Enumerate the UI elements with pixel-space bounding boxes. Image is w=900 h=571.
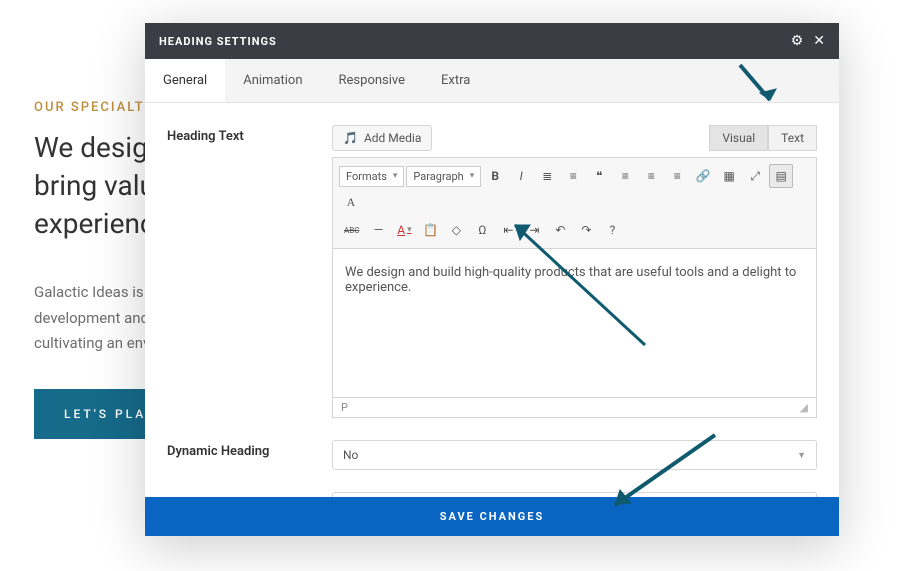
close-icon[interactable]: ✕ (813, 33, 825, 49)
align-right-icon[interactable]: ≡ (665, 164, 689, 188)
resize-handle-icon[interactable]: ◢ (800, 401, 808, 414)
save-button[interactable]: SAVE CHANGES (145, 497, 839, 536)
indent-icon[interactable]: ⇥ (522, 218, 546, 242)
editor-content[interactable]: We design and build high-quality product… (332, 248, 817, 398)
undo-icon[interactable]: ↶ (548, 218, 572, 242)
tab-responsive[interactable]: Responsive (321, 59, 424, 102)
strike-icon[interactable]: ABC (339, 218, 364, 242)
toolbar-toggle-icon[interactable]: ▤ (769, 164, 793, 188)
list-ol-icon[interactable]: ≡ (561, 164, 585, 188)
bold-icon[interactable]: B (483, 164, 507, 188)
formats-select[interactable]: Formats (339, 166, 404, 187)
align-left-icon[interactable]: ≡ (613, 164, 637, 188)
paste-icon[interactable]: 📋 (418, 218, 442, 242)
char-icon[interactable]: Ω (470, 218, 494, 242)
label-semantic: Heading Semantic (167, 492, 332, 497)
dynamic-value: No (343, 448, 358, 462)
paragraph-select[interactable]: Paragraph (406, 166, 481, 187)
visual-tab[interactable]: Visual (709, 125, 768, 151)
editor-toolbar: Formats Paragraph B I ≣ ≡ ❝ ≡ ≡ ≡ 🔗 ▦ ⤢ … (332, 157, 817, 248)
text-color-icon[interactable]: A (339, 190, 363, 214)
help-icon[interactable]: ? (600, 218, 624, 242)
add-media-label: Add Media (364, 131, 421, 145)
media-icon: 🎵 (343, 131, 358, 145)
modal-title: HEADING SETTINGS (159, 35, 277, 48)
tab-animation[interactable]: Animation (225, 59, 320, 102)
editor-status-path: P (341, 401, 348, 414)
italic-icon[interactable]: I (509, 164, 533, 188)
outdent-icon[interactable]: ⇤ (496, 218, 520, 242)
label-heading-text: Heading Text (167, 125, 332, 418)
modal-tabs: General Animation Responsive Extra (145, 59, 839, 103)
tab-general[interactable]: General (145, 59, 225, 102)
add-media-button[interactable]: 🎵 Add Media (332, 125, 432, 151)
modal-header: HEADING SETTINGS ⚙ ✕ (145, 23, 839, 59)
redo-icon[interactable]: ↷ (574, 218, 598, 242)
list-ul-icon[interactable]: ≣ (535, 164, 559, 188)
semantic-select[interactable]: h4▼ (332, 492, 817, 497)
textcolor-icon[interactable]: A (392, 218, 416, 242)
settings-modal: HEADING SETTINGS ⚙ ✕ General Animation R… (145, 23, 839, 536)
clear-icon[interactable]: ◇ (444, 218, 468, 242)
link-icon[interactable]: 🔗 (691, 164, 715, 188)
align-center-icon[interactable]: ≡ (639, 164, 663, 188)
fullscreen-icon[interactable]: ⤢ (743, 164, 767, 188)
label-dynamic: Dynamic Heading (167, 440, 332, 470)
more-icon[interactable]: ▦ (717, 164, 741, 188)
quote-icon[interactable]: ❝ (587, 164, 611, 188)
hr-icon[interactable]: — (366, 218, 390, 242)
text-tab[interactable]: Text (768, 125, 817, 151)
tab-extra[interactable]: Extra (423, 59, 488, 102)
dynamic-select[interactable]: No▼ (332, 440, 817, 470)
gear-icon[interactable]: ⚙ (791, 33, 804, 49)
